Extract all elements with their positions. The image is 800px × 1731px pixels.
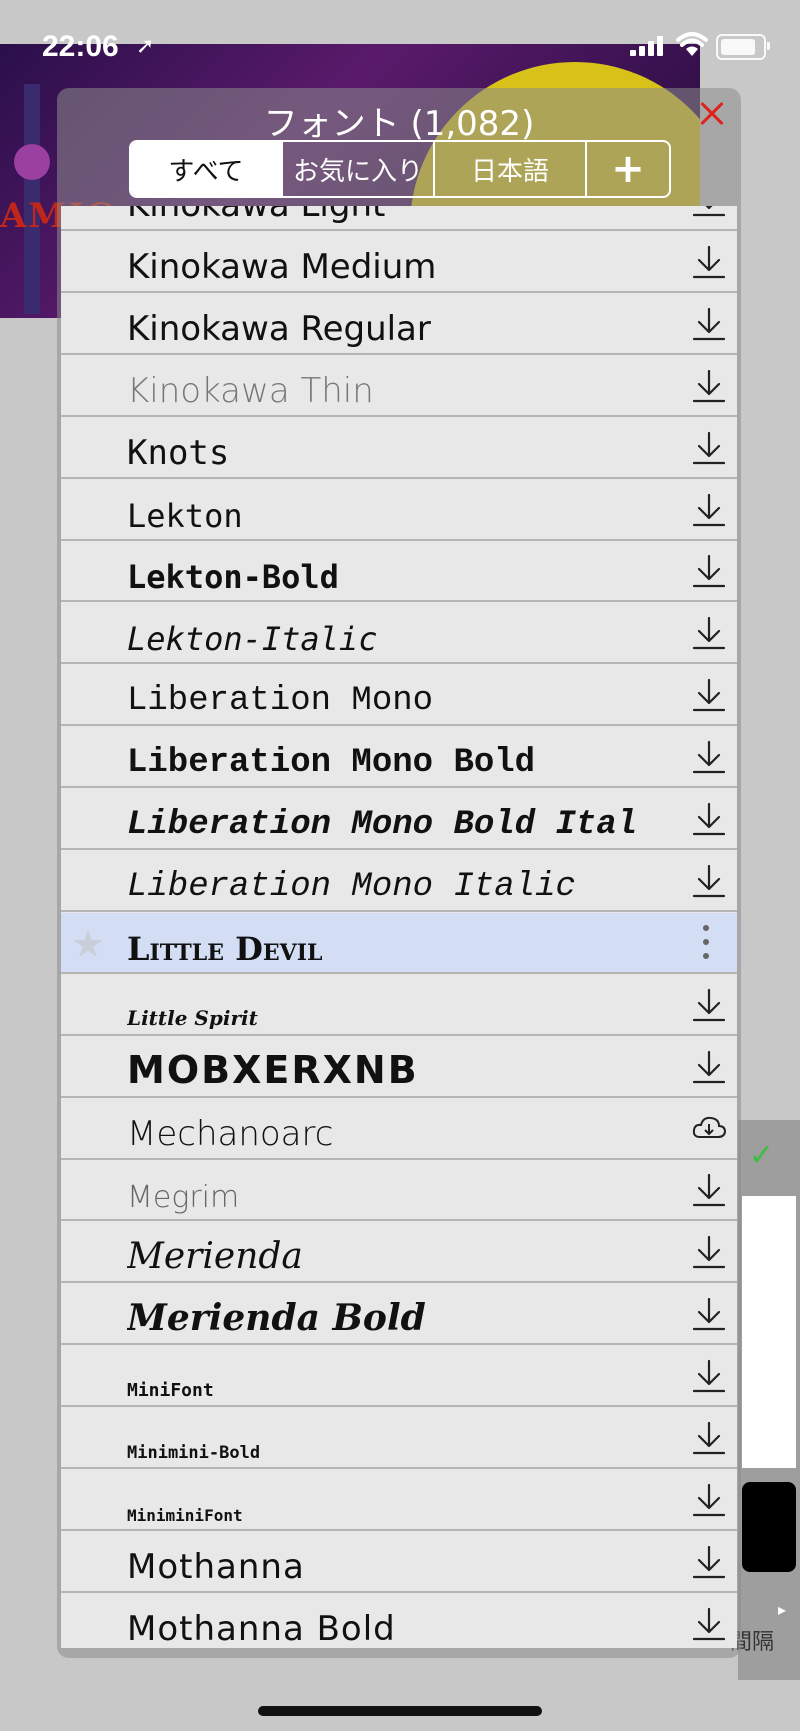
- tab-all[interactable]: すべて: [131, 142, 283, 196]
- font-name-label: Megrim: [127, 1180, 240, 1216]
- font-list-row[interactable]: MiniminiFont: [61, 1470, 737, 1531]
- font-name-label: Lekton-Bold: [127, 558, 339, 597]
- more-options-icon[interactable]: [701, 924, 711, 961]
- font-list-row[interactable]: Mothanna Bold: [61, 1594, 737, 1648]
- font-list-row[interactable]: Liberation Mono: [61, 665, 737, 727]
- font-name-label: Lekton: [127, 496, 243, 535]
- font-list-row[interactable]: Lekton-Bold: [61, 541, 737, 603]
- font-list-row[interactable]: MiniFont: [61, 1346, 737, 1408]
- font-name-label: Liberation Mono Bold Ital: [127, 806, 638, 844]
- font-name-label: Little Spirit: [127, 1005, 258, 1030]
- font-picker-dialog: フォント (1,082) すべて お気に入り 日本語 + Kinokawa Li…: [57, 88, 741, 1658]
- font-name-label: Lekton-Italic: [127, 620, 378, 659]
- font-list-row[interactable]: Kinokawa Light: [61, 206, 737, 231]
- font-list-row[interactable]: Liberation Mono Bold Ital: [61, 789, 737, 850]
- font-name-label: Merienda: [127, 1236, 303, 1278]
- status-time: 22:06: [42, 30, 119, 63]
- favorite-star-icon[interactable]: ★: [71, 925, 105, 963]
- checkmark-icon[interactable]: ✓: [749, 1138, 774, 1173]
- font-name-label: Liberation Mono Italic: [127, 867, 576, 906]
- font-list-row[interactable]: Minimini-Bold: [61, 1408, 737, 1469]
- font-list-row[interactable]: Megrim: [61, 1160, 737, 1222]
- download-icon[interactable]: [691, 1482, 727, 1518]
- download-icon[interactable]: [691, 244, 727, 280]
- font-name-label: Kinokawa Thin: [127, 370, 374, 411]
- font-list-row[interactable]: Lekton-Italic: [61, 603, 737, 665]
- tab-japanese[interactable]: 日本語: [435, 142, 587, 196]
- font-list-row[interactable]: Merienda: [61, 1222, 737, 1284]
- play-icon[interactable]: ▸: [778, 1600, 786, 1619]
- font-name-label: Kinokawa Light: [127, 206, 385, 225]
- font-name-label: Mechanoarc: [127, 1113, 334, 1154]
- side-panel-color-swatch[interactable]: [742, 1482, 796, 1572]
- font-list[interactable]: Kinokawa Light Kinokawa Medium Kinokawa Re…: [61, 206, 737, 1648]
- battery-icon: [716, 34, 770, 60]
- font-name-label: Liberation Mono Bold: [127, 744, 536, 783]
- font-list-row[interactable]: Kinokawa Thin: [61, 356, 737, 417]
- font-name-label: Merienda Bold: [127, 1297, 426, 1340]
- font-list-row[interactable]: Mechanoarc: [61, 1099, 737, 1160]
- font-list-row[interactable]: Mothanna: [61, 1532, 737, 1593]
- download-icon[interactable]: [691, 1420, 727, 1456]
- font-name-label: MiniminiFont: [127, 1505, 243, 1525]
- font-list-row[interactable]: Little Spirit: [61, 975, 737, 1036]
- background-tower-ball: [14, 144, 50, 180]
- font-list-row[interactable]: ★ Little Devil: [61, 912, 737, 974]
- font-category-tabs: すべて お気に入り 日本語 +: [129, 140, 671, 198]
- side-panel-preview: [742, 1196, 796, 1468]
- side-panel: [738, 1120, 800, 1680]
- font-name-label: Mothanna: [127, 1546, 305, 1587]
- cloud-download-icon[interactable]: [691, 1111, 727, 1147]
- wifi-icon: [676, 32, 708, 56]
- download-icon[interactable]: [691, 430, 727, 466]
- status-bar: 22:06 ➚: [0, 0, 800, 63]
- dialog-title: フォント (1,082): [263, 104, 535, 144]
- download-icon[interactable]: [691, 801, 727, 837]
- location-arrow-icon: ➚: [136, 34, 155, 59]
- font-name-label: MOBXERXNB: [127, 1047, 419, 1092]
- font-list-row[interactable]: Kinokawa Medium: [61, 232, 737, 293]
- download-icon[interactable]: [691, 863, 727, 899]
- font-name-label: MiniFont: [127, 1380, 214, 1402]
- download-icon[interactable]: [691, 1172, 727, 1208]
- download-icon[interactable]: [691, 739, 727, 775]
- close-icon[interactable]: [695, 96, 729, 130]
- font-name-label: Mothanna Bold: [127, 1608, 396, 1648]
- font-name-label: Kinokawa Medium: [127, 246, 437, 287]
- download-icon[interactable]: [691, 1544, 727, 1580]
- download-icon[interactable]: [691, 306, 727, 342]
- download-icon[interactable]: [691, 615, 727, 651]
- font-list-row[interactable]: Liberation Mono Italic: [61, 851, 737, 912]
- font-name-label: Knots: [127, 432, 230, 473]
- download-icon[interactable]: [691, 492, 727, 528]
- font-list-row[interactable]: MOBXERXNB: [61, 1037, 737, 1098]
- font-name-label: Liberation Mono: [127, 682, 434, 721]
- download-icon[interactable]: [691, 1234, 727, 1270]
- font-list-row[interactable]: Lekton: [61, 480, 737, 541]
- font-name-label: Kinokawa Regular: [127, 308, 431, 349]
- font-name-label: Minimini-Bold: [127, 1443, 261, 1463]
- download-icon[interactable]: [691, 1296, 727, 1332]
- font-list-row[interactable]: Knots: [61, 418, 737, 479]
- tab-favorites[interactable]: お気に入り: [283, 142, 435, 196]
- font-list-row[interactable]: Liberation Mono Bold: [61, 727, 737, 789]
- font-list-row[interactable]: Kinokawa Regular: [61, 294, 737, 355]
- download-icon[interactable]: [691, 677, 727, 713]
- home-indicator[interactable]: [258, 1706, 542, 1716]
- download-icon[interactable]: [691, 368, 727, 404]
- font-name-label: Little Devil: [127, 929, 323, 968]
- download-icon[interactable]: [691, 553, 727, 589]
- add-font-button[interactable]: +: [587, 142, 669, 196]
- font-list-row[interactable]: Merienda Bold: [61, 1284, 737, 1346]
- download-icon[interactable]: [691, 206, 727, 218]
- download-icon[interactable]: [691, 987, 727, 1023]
- download-icon[interactable]: [691, 1049, 727, 1085]
- download-icon[interactable]: [691, 1358, 727, 1394]
- download-icon[interactable]: [691, 1606, 727, 1642]
